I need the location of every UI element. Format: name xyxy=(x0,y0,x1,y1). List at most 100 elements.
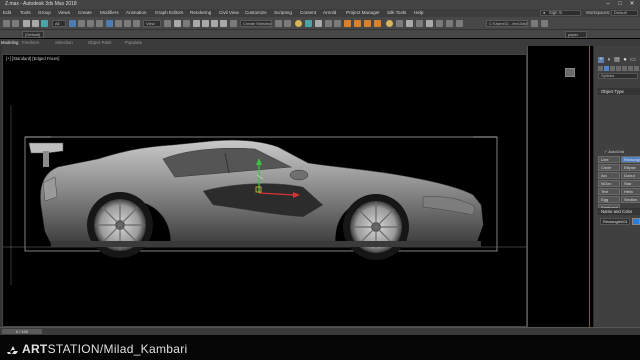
bind-space-warp-icon[interactable] xyxy=(41,20,48,27)
redo-icon[interactable] xyxy=(12,20,19,27)
rendered-frame-window-icon[interactable] xyxy=(364,20,371,27)
menu-help[interactable]: Help xyxy=(414,10,423,15)
select-object-icon[interactable] xyxy=(69,20,76,27)
align-icon[interactable] xyxy=(284,20,291,27)
motion-tab-icon[interactable]: ● xyxy=(622,57,628,63)
undo-icon[interactable] xyxy=(3,20,10,27)
window-crossing-icon[interactable] xyxy=(96,20,103,27)
viewport-right[interactable] xyxy=(527,46,593,327)
select-rotate-icon[interactable] xyxy=(115,20,122,27)
create-star-button[interactable]: Star xyxy=(621,180,640,187)
selection-filter-dropdown[interactable]: All xyxy=(52,20,66,27)
time-slider-thumb[interactable]: 0 / 100 xyxy=(2,329,42,334)
menu-customize[interactable]: Customize xyxy=(245,10,267,15)
menu-group[interactable]: Group xyxy=(38,10,51,15)
lights-icon[interactable] xyxy=(610,66,615,71)
ribbon-tab-modeling[interactable]: Modeling xyxy=(1,40,18,45)
render-production-icon[interactable] xyxy=(374,20,381,27)
create-circle-button[interactable]: Circle xyxy=(598,164,620,171)
shapes-icon[interactable] xyxy=(604,66,609,71)
menu-create[interactable]: Create xyxy=(78,10,92,15)
close-icon[interactable]: ✕ xyxy=(626,0,638,9)
edit-named-selection-icon[interactable] xyxy=(230,20,237,27)
viewcube-icon[interactable] xyxy=(565,68,575,77)
helpers-icon[interactable] xyxy=(622,66,627,71)
object-color-swatch[interactable] xyxy=(632,218,640,225)
create-arc-button[interactable]: Arc xyxy=(598,172,620,179)
select-manipulate-icon[interactable] xyxy=(174,20,181,27)
menu-civil-view[interactable]: Civil View xyxy=(219,10,239,15)
asset-search-field[interactable]: paper xyxy=(565,31,587,38)
extra-tool-4-icon[interactable] xyxy=(426,20,433,27)
extra-tool-6-icon[interactable] xyxy=(446,20,453,27)
menu-rendering[interactable]: Rendering xyxy=(190,10,211,15)
create-ngon-button[interactable]: NGon xyxy=(598,180,620,187)
space-warps-icon[interactable] xyxy=(628,66,633,71)
extra-tool-5-icon[interactable] xyxy=(436,20,443,27)
create-rectangle-button[interactable]: Rectangle xyxy=(621,156,640,163)
object-name-field[interactable]: Rectangle001 xyxy=(600,218,630,225)
menu-edit[interactable]: Edit xyxy=(3,10,11,15)
menu-animation[interactable]: Animation xyxy=(126,10,146,15)
systems-icon[interactable] xyxy=(634,66,639,71)
keyboard-shortcut-icon[interactable] xyxy=(183,20,190,27)
extra-tool-7-icon[interactable] xyxy=(456,20,463,27)
create-tab-icon[interactable]: + xyxy=(598,57,604,63)
ribbon-toggle-icon[interactable] xyxy=(315,20,322,27)
minimize-icon[interactable]: – xyxy=(602,0,614,9)
create-donut-button[interactable]: Donut xyxy=(621,172,640,179)
extra-tool-2-icon[interactable] xyxy=(406,20,413,27)
rectangular-selection-icon[interactable] xyxy=(87,20,94,27)
project-path-field[interactable]: C:\Users\D...\ms\3dsMax xyxy=(486,20,528,27)
select-place-icon[interactable] xyxy=(133,20,140,27)
extra-tool-3-icon[interactable] xyxy=(416,20,423,27)
named-selection-set-field[interactable]: Create Selection Se xyxy=(240,20,272,27)
menu-views[interactable]: Views xyxy=(58,10,70,15)
menu-modifiers[interactable]: Modifiers xyxy=(100,10,119,15)
angle-snap-icon[interactable] xyxy=(202,20,209,27)
object-type-rollout[interactable]: - Object Type xyxy=(597,88,640,95)
ribbon-tab-object-paint[interactable]: Object Paint xyxy=(88,40,111,45)
create-text-button[interactable]: Text xyxy=(598,188,620,195)
arnold-icon[interactable] xyxy=(386,20,393,27)
viewport-left[interactable]: [+] [Standard] [Edged Faces] xyxy=(2,54,528,327)
unlink-icon[interactable] xyxy=(32,20,39,27)
display-tab-icon[interactable]: ▭ xyxy=(630,57,636,63)
menu-content[interactable]: Content xyxy=(300,10,316,15)
menu-arnold[interactable]: Arnold xyxy=(323,10,336,15)
create-ellipse-button[interactable]: Ellipse xyxy=(621,164,640,171)
name-and-color-rollout[interactable]: - Name and Color xyxy=(597,208,640,215)
schematic-view-icon[interactable] xyxy=(334,20,341,27)
select-by-name-icon[interactable] xyxy=(78,20,85,27)
ribbon-tab-freeform[interactable]: Freeform xyxy=(22,40,39,45)
mirror-icon[interactable] xyxy=(275,20,282,27)
select-scale-icon[interactable] xyxy=(124,20,131,27)
workspace-dropdown[interactable]: Default xyxy=(611,10,638,16)
geometry-icon[interactable] xyxy=(598,66,603,71)
toggle-scene-explorer-icon[interactable] xyxy=(295,20,302,27)
reference-coordinate-dropdown[interactable]: View xyxy=(143,20,161,27)
toggle-layer-explorer-icon[interactable] xyxy=(305,20,312,27)
create-section-button[interactable]: Section xyxy=(621,196,640,203)
object-category-dropdown[interactable]: Splines xyxy=(598,73,638,79)
select-move-icon[interactable] xyxy=(106,20,113,27)
create-line-button[interactable]: Line xyxy=(598,156,620,163)
menu-graph-editors[interactable]: Graph Editors xyxy=(155,10,183,15)
ribbon-tab-selection[interactable]: Selection xyxy=(55,40,73,45)
snaps-toggle-icon[interactable] xyxy=(193,20,200,27)
menu-scripting[interactable]: Scripting xyxy=(274,10,292,15)
spinner-snap-icon[interactable] xyxy=(220,20,227,27)
material-editor-icon[interactable] xyxy=(344,20,351,27)
menu-project-manager[interactable]: Project Manager xyxy=(346,10,380,15)
cameras-icon[interactable] xyxy=(616,66,621,71)
hierarchy-tab-icon[interactable]: ▤ xyxy=(614,57,620,63)
curve-editor-icon[interactable] xyxy=(325,20,332,27)
autogrid-checkbox[interactable]: ✓ AutoGrid xyxy=(604,149,624,154)
folder-icon[interactable] xyxy=(531,20,538,27)
percent-snap-icon[interactable] xyxy=(211,20,218,27)
modify-tab-icon[interactable]: ◗ xyxy=(606,57,612,63)
create-helix-button[interactable]: Helix xyxy=(621,188,640,195)
maximize-icon[interactable]: □ xyxy=(614,0,626,9)
extra-tool-icon[interactable] xyxy=(396,20,403,27)
link-icon[interactable] xyxy=(23,20,30,27)
